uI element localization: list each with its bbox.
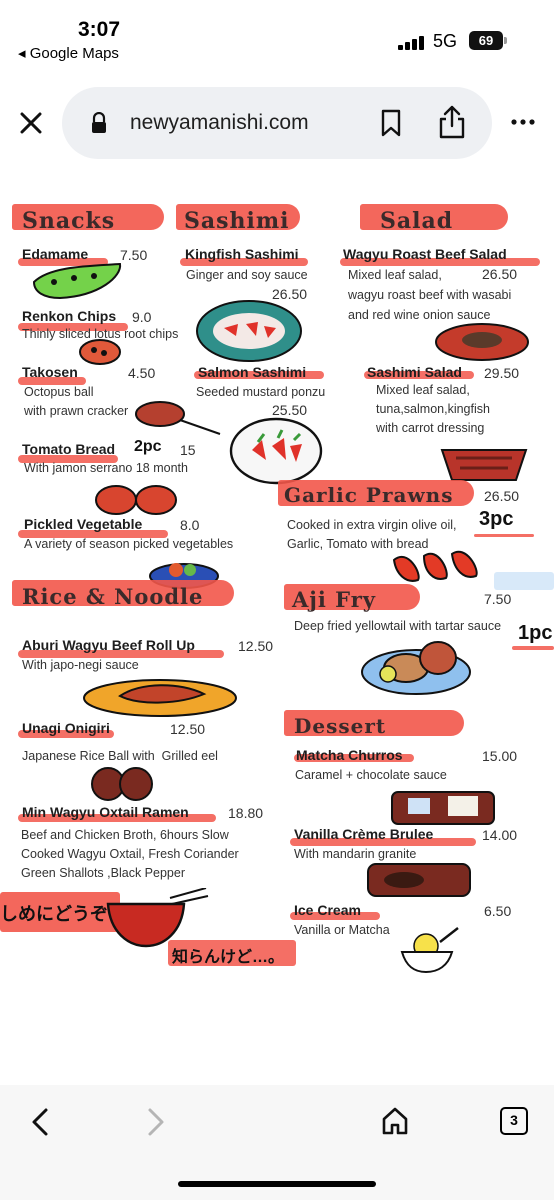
- menu-image: Snacks Edamame 7.50 Renkon Chips 9.0 Thi…: [0, 180, 554, 1080]
- salmon-sashimi-illustration: [229, 417, 323, 485]
- item-name: Sashimi Salad: [367, 364, 462, 380]
- item-name: Kingfish Sashimi: [185, 246, 299, 262]
- tomato-bread-illustration: [95, 485, 177, 515]
- item-desc: A variety of season picked vegetables: [24, 537, 234, 551]
- item-price: 18.80: [228, 805, 264, 821]
- item-desc: Ginger and soy sauce: [186, 268, 308, 282]
- item-price: 6.50: [484, 903, 512, 919]
- item-price: 8.0: [180, 517, 200, 533]
- item-note: 3pc: [479, 508, 514, 530]
- battery-level: 69: [469, 31, 503, 50]
- close-icon[interactable]: [14, 106, 48, 140]
- item-desc: Caramel + chocolate sauce: [295, 768, 447, 782]
- more-icon[interactable]: [508, 110, 538, 134]
- item-price: 12.50: [238, 638, 274, 654]
- section-title-sashimi: Sashimi: [184, 208, 290, 234]
- beef-roll-illustration: [83, 679, 237, 717]
- churros-illustration: [391, 791, 495, 825]
- back-to-app-link[interactable]: ◂ Google Maps: [18, 44, 119, 62]
- creme-brulee-illustration: [367, 863, 471, 897]
- item-price: 7.50: [484, 591, 512, 607]
- status-bar: 3:07 ◂ Google Maps 5G 69: [0, 0, 554, 70]
- section-title-snacks: Snacks: [22, 208, 116, 234]
- section-title-rice-noodle: Rice & Noodle: [22, 584, 204, 609]
- edamame-illustration: [32, 262, 122, 300]
- aji-fry-illustration: [361, 641, 471, 695]
- item-price: 26.50: [484, 488, 520, 504]
- item-price: 15.00: [482, 748, 518, 764]
- wagyu-salad-illustration: [435, 323, 529, 361]
- battery-icon: [504, 37, 507, 44]
- item-name: Vanilla Crème Brulee: [294, 826, 434, 842]
- item-desc: Vanilla or Matcha: [294, 923, 390, 937]
- item-name: Pickled Vegetable: [24, 516, 143, 532]
- item-price: 15: [180, 442, 196, 458]
- item-name: Min Wagyu Oxtail Ramen: [22, 804, 189, 820]
- item-price: 29.50: [484, 365, 520, 381]
- bookmark-icon[interactable]: [378, 109, 404, 137]
- item-name: Aburi Wagyu Beef Roll Up: [22, 637, 195, 653]
- signal-icon: [398, 36, 424, 50]
- item-desc: Seeded mustard ponzu: [196, 385, 326, 399]
- highlight: [474, 534, 534, 537]
- clock: 3:07: [78, 18, 121, 41]
- forward-icon[interactable]: [142, 1106, 170, 1138]
- lock-icon: [92, 112, 106, 133]
- item-price: 12.50: [170, 721, 206, 737]
- section-title-salad: Salad: [380, 208, 454, 234]
- item-desc: Octopus ball with prawn cracker: [24, 385, 129, 418]
- item-price: 9.0: [132, 309, 152, 325]
- home-indicator[interactable]: [178, 1181, 376, 1187]
- item-note: 1pc: [518, 622, 553, 644]
- item-desc: Beef and Chicken Broth, 6hours Slow Cook…: [21, 828, 239, 880]
- item-name: Tomato Bread: [22, 441, 116, 457]
- share-icon[interactable]: [437, 104, 467, 140]
- home-icon[interactable]: [380, 1106, 410, 1136]
- url-text[interactable]: newyamanishi.com: [130, 111, 309, 135]
- network-type: 5G: [433, 31, 458, 51]
- japanese-note: 知らんけど…。: [172, 949, 285, 966]
- highlight: [512, 646, 554, 650]
- item-desc: With jamon serrano 18 month: [24, 461, 188, 475]
- renkon-illustration: [79, 339, 121, 365]
- item-desc: Mixed leaf salad, wagyu roast beef with …: [348, 268, 512, 322]
- section-title-aji-fry: Aji Fry: [292, 587, 376, 612]
- item-name: Renkon Chips: [22, 308, 117, 324]
- tabs-icon[interactable]: 3: [500, 1107, 528, 1135]
- back-icon[interactable]: [26, 1106, 54, 1138]
- item-name: Salmon Sashimi: [198, 364, 307, 380]
- garlic-prawns-illustration: [392, 550, 478, 582]
- item-note: 2pc: [134, 438, 162, 455]
- item-price: 4.50: [128, 365, 156, 381]
- sashimi-salad-illustration: [440, 449, 528, 481]
- item-name: Ice Cream: [294, 902, 361, 918]
- item-name: Unagi Onigiri: [22, 720, 110, 736]
- item-name: Matcha Churros: [296, 747, 403, 763]
- ice-cream-illustration: [400, 927, 459, 974]
- item-desc: With japo-negi sauce: [22, 658, 139, 672]
- onigiri-illustration: [91, 767, 153, 801]
- section-title-dessert: Dessert: [294, 714, 387, 738]
- item-desc: Mixed leaf salad, tuna,salmon,kingfish w…: [376, 383, 490, 435]
- kingfish-sashimi-illustration: [196, 300, 302, 362]
- item-price: 14.00: [482, 827, 518, 843]
- section-title-garlic-prawns: Garlic Prawns: [284, 483, 454, 507]
- item-name: Takosen: [22, 364, 78, 380]
- japanese-note: しめにどうぞ: [0, 904, 108, 924]
- item-name: Wagyu Roast Beef Salad: [343, 246, 507, 262]
- plate-accent: [494, 572, 554, 590]
